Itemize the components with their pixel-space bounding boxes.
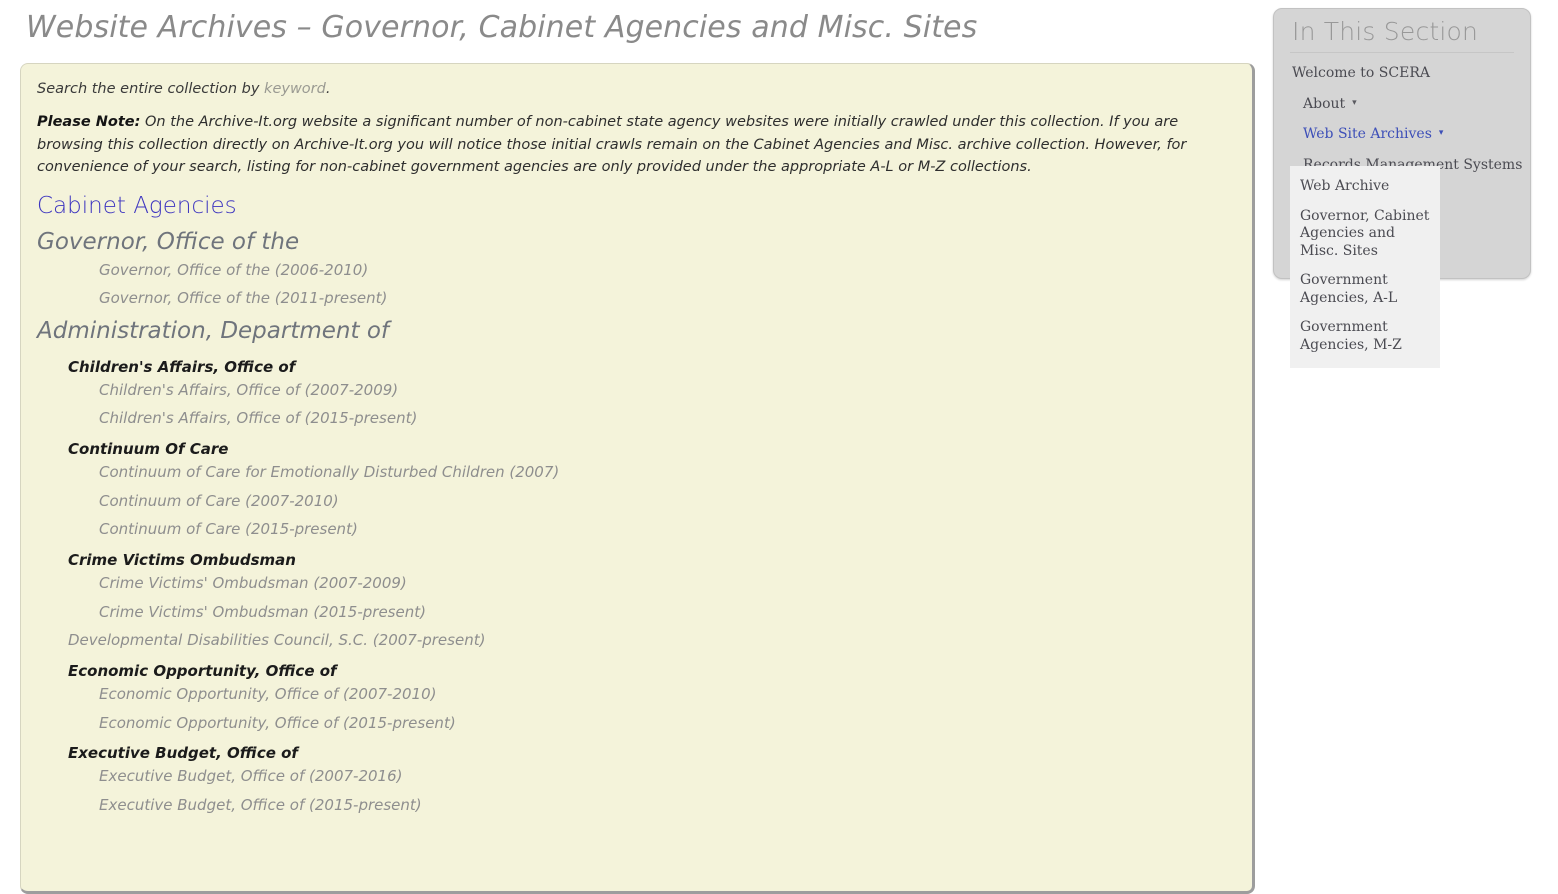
archive-entry-link[interactable]: Economic Opportunity, Office of (2015-pr… bbox=[37, 714, 1234, 733]
archive-entry-link[interactable]: Governor, Office of the (2006-2010) bbox=[37, 261, 1234, 280]
agency-subheading: Continuum Of Care bbox=[68, 440, 229, 459]
sidebar-nav-item[interactable]: Web Site Archives ▾ bbox=[1274, 120, 1530, 151]
agency-subheading: Economic Opportunity, Office of bbox=[68, 662, 337, 681]
sidebar-title: In This Section bbox=[1292, 17, 1479, 46]
archive-entry-link[interactable]: Continuum of Care (2015-present) bbox=[37, 520, 1234, 539]
archive-entry-link[interactable]: Continuum of Care for Emotionally Distur… bbox=[37, 463, 1234, 482]
sidebar-nav-item[interactable]: Welcome to SCERA bbox=[1274, 59, 1530, 90]
archive-entry-link[interactable]: Continuum of Care (2007-2010) bbox=[37, 492, 1234, 511]
sidebar-nav-item-label: Welcome to SCERA bbox=[1292, 65, 1430, 81]
archive-entry-link[interactable]: Children's Affairs, Office of (2015-pres… bbox=[37, 409, 1234, 428]
content-panel: Search the entire collection by keyword.… bbox=[20, 63, 1255, 894]
cabinet-agencies-collection-link[interactable]: Cabinet Agencies bbox=[37, 193, 1234, 219]
dropdown-menu-item[interactable]: Government Agencies, M-Z bbox=[1290, 313, 1440, 360]
archive-entry-link[interactable]: Crime Victims' Ombudsman (2007-2009) bbox=[37, 574, 1234, 593]
keyword-search-link[interactable]: keyword bbox=[264, 81, 326, 97]
dropdown-menu-item[interactable]: Web Archive bbox=[1290, 172, 1440, 202]
agency-sections: Governor, Office of the Governor, Office … bbox=[37, 229, 1234, 814]
archive-entry-link[interactable]: Children's Affairs, Office of (2007-2009… bbox=[37, 381, 1234, 400]
content-panel-inner: Search the entire collection by keyword.… bbox=[21, 64, 1252, 815]
archive-entry-link[interactable]: Developmental Disabilities Council, S.C.… bbox=[37, 631, 1234, 650]
web-site-archives-dropdown-menu[interactable]: Web Archive Governor, Cabinet Agencies an… bbox=[1290, 166, 1440, 368]
agency-heading: Governor, Office of the bbox=[37, 229, 300, 256]
sidebar-nav-item-label: About bbox=[1303, 95, 1346, 112]
agency-subheading: Children's Affairs, Office of bbox=[68, 357, 296, 376]
sidebar-nav-item-label: Web Site Archives bbox=[1303, 126, 1432, 142]
agency-subheading: Executive Budget, Office of bbox=[68, 744, 298, 763]
archive-entry-link[interactable]: Economic Opportunity, Office of (2007-20… bbox=[37, 685, 1234, 704]
sidebar-nav-item[interactable]: About ▾ bbox=[1274, 90, 1530, 121]
please-note-label: Please Note: bbox=[37, 113, 141, 130]
dropdown-menu-item[interactable]: Government Agencies, A-L bbox=[1290, 266, 1440, 313]
page-title: Website Archives – Governor, Cabinet Age… bbox=[26, 10, 978, 45]
chevron-down-icon[interactable]: ▾ bbox=[1439, 128, 1444, 139]
search-line-prefix: Search the entire collection by bbox=[37, 81, 265, 97]
agency-subheading: Crime Victims Ombudsman bbox=[68, 551, 296, 570]
sidebar-divider bbox=[1290, 52, 1514, 53]
archive-entry-link[interactable]: Crime Victims' Ombudsman (2015-present) bbox=[37, 603, 1234, 622]
agency-heading: Administration, Department of bbox=[37, 318, 389, 345]
sidebar-nav-list: Welcome to SCERA About ▾ Web Site Archives ▾… bbox=[1274, 59, 1530, 181]
search-collection-line: Search the entire collection by keyword. bbox=[37, 80, 1234, 99]
please-note-paragraph: Please Note: On the Archive-It.org websi… bbox=[37, 111, 1222, 179]
search-line-suffix: . bbox=[325, 81, 331, 97]
archive-entry-link[interactable]: Executive Budget, Office of (2007-2016) bbox=[37, 767, 1234, 786]
chevron-down-icon[interactable]: ▾ bbox=[1352, 98, 1357, 109]
dropdown-menu-item[interactable]: Governor, Cabinet Agencies and Misc. Sit… bbox=[1290, 202, 1440, 267]
archive-entry-link[interactable]: Governor, Office of the (2011-present) bbox=[37, 289, 1234, 308]
please-note-text: On the Archive-It.org website a signific… bbox=[37, 113, 1187, 176]
archive-entry-link[interactable]: Executive Budget, Office of (2015-presen… bbox=[37, 796, 1234, 815]
